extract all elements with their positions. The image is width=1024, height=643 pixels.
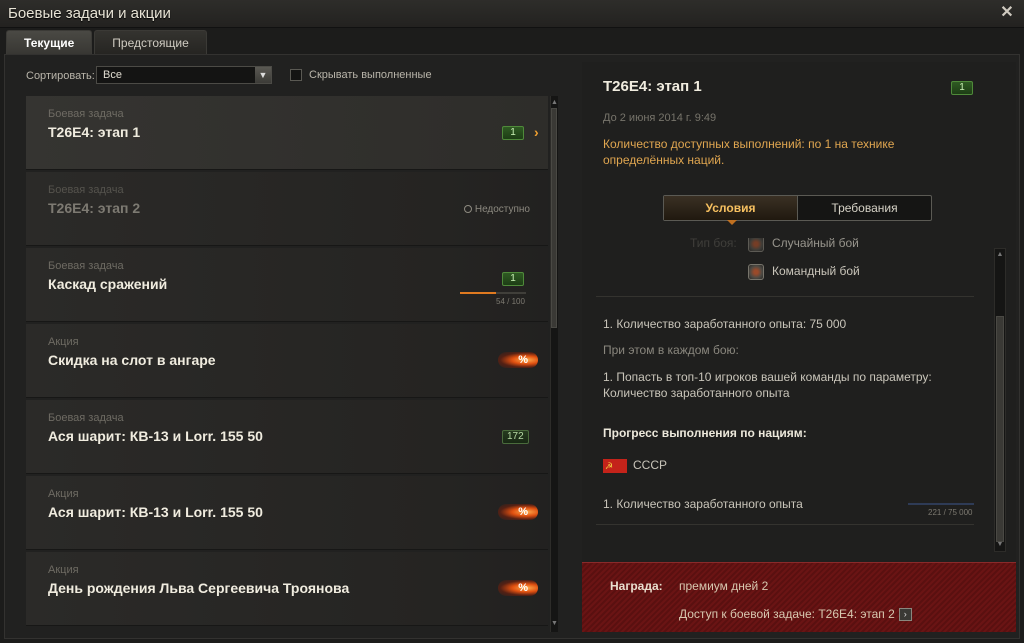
item-name: T26E4: этап 1 [48,124,141,140]
hide-completed-label[interactable]: Скрывать выполненные [309,69,432,81]
each-battle-label: При этом в каждом бою: [603,343,739,357]
battle-type-team-label: Командный бой [772,264,860,279]
tab-conditions[interactable]: Условия [664,196,798,220]
team-battle-icon [748,264,764,280]
nation-ussr: ☭ СССР [603,458,667,473]
ussr-flag-icon: ☭ [603,458,627,473]
scroll-down-icon[interactable]: ▼ [996,540,1004,550]
tab-upcoming[interactable]: Предстоящие [94,30,207,54]
item-type: Акция [48,336,79,348]
progress-bar-fill [460,292,496,294]
reward-value: премиум дней 2 [679,579,769,593]
detail-scrollbar-thumb[interactable] [996,316,1004,542]
detail-date: До 2 июня 2014 г. 9:49 [603,112,717,124]
list-item[interactable]: Акция Ася шарит: КВ-13 и Lorr. 155 50 % [26,476,548,550]
close-icon[interactable]: ✕ [998,4,1016,22]
progress-badge: 172 [502,430,529,444]
discount-icon: % [498,504,538,520]
tab-current[interactable]: Текущие [6,30,93,54]
battle-type-random: Случайный бой [748,238,859,252]
list-item[interactable]: Акция Скидка на слот в ангаре % [26,324,548,398]
reward-section: Награда: премиум дней 2 Доступ к боевой … [582,562,1016,632]
tab-requirements[interactable]: Требования [798,196,931,220]
battle-type-random-label: Случайный бой [772,238,859,251]
item-type: Боевая задача [48,412,124,424]
list-item[interactable]: Боевая задача Ася шарит: КВ-13 и Lorr. 1… [26,400,548,474]
battle-type-team: Командный бой [748,264,860,280]
list-item[interactable]: Боевая задача T26E4: этап 2 Недоступно [26,172,548,246]
item-name: Ася шарит: КВ-13 и Lorr. 155 50 [48,428,263,444]
list-scrollbar-thumb[interactable] [551,108,557,328]
progress-bar [460,292,526,294]
item-type: Акция [48,564,79,576]
scroll-up-icon[interactable]: ▲ [551,98,558,108]
active-tab-pointer [727,220,737,225]
item-type: Боевая задача [48,260,124,272]
progress-badge: 1 [502,272,524,286]
nation-progress-text: 221 / 75 000 [928,508,973,517]
item-name: Скидка на слот в ангаре [48,352,216,368]
item-type: Акция [48,488,79,500]
progress-badge: 1 [502,126,524,140]
nation-progress-title: Прогресс выполнения по нациям: [603,426,807,440]
tab-bar: Текущие Предстоящие [6,30,207,54]
mission-detail-panel: T26E4: этап 1 1 До 2 июня 2014 г. 9:49 К… [582,62,1016,632]
window-title: Боевые задачи и акции [8,5,171,22]
nation-progress-bar [908,503,974,505]
title-bar: Боевые задачи и акции ✕ [0,0,1024,28]
item-name: Ася шарит: КВ-13 и Lorr. 155 50 [48,504,263,520]
lock-icon [463,205,472,214]
chevron-right-icon: › [534,124,539,140]
discount-icon: % [498,580,538,596]
divider [596,524,974,525]
progress-text: 54 / 100 [496,297,525,306]
conditions-content: Тип боя: Случайный бой Командный бой 1. … [582,238,986,558]
sort-dropdown-value: Все [103,69,122,81]
condition-total-exp: 1. Количество заработанного опыта: 75 00… [603,317,847,331]
reward-access-text: Доступ к боевой задаче: T26E4: этап 2 [679,607,895,621]
unavailable-status: Недоступно [463,204,530,215]
item-name: Каскад сражений [48,276,168,292]
list-item[interactable]: Боевая задача Каскад сражений 1 54 / 100 [26,248,548,322]
item-name: T26E4: этап 2 [48,200,141,216]
detail-subtabs: Условия Требования [663,195,932,221]
divider [596,296,974,297]
nation-name: СССР [633,458,668,472]
scroll-down-icon[interactable]: ▼ [551,619,558,629]
item-type: Боевая задача [48,108,124,120]
condition-top10: 1. Попасть в топ-10 игроков вашей команд… [603,370,932,400]
discount-icon: % [498,352,538,368]
conditions-area: Тип боя: Случайный бой Командный бой 1. … [582,238,1016,558]
reward-access: Доступ к боевой задаче: T26E4: этап 2 › [679,607,912,622]
detail-title: T26E4: этап 1 [603,78,702,95]
list-item[interactable]: Акция День рождения Льва Сергеевича Троя… [26,552,548,626]
missions-list: Боевая задача T26E4: этап 1 1 › Боевая з… [26,96,548,632]
missions-window: Боевые задачи и акции ✕ Текущие Предстоя… [0,0,1024,643]
random-battle-icon [748,238,764,252]
hide-completed-checkbox[interactable] [290,69,302,81]
detail-badge: 1 [951,81,973,95]
chevron-down-icon[interactable]: ▼ [255,67,271,83]
list-item[interactable]: Боевая задача T26E4: этап 1 1 › [26,96,548,170]
sort-label: Сортировать: [26,70,95,82]
reward-label: Награда: [610,579,663,593]
sort-dropdown[interactable]: Все ▼ [96,66,272,84]
detail-description: Количество доступных выполнений: по 1 на… [603,137,895,167]
scroll-up-icon[interactable]: ▲ [996,250,1004,260]
arrow-right-icon[interactable]: › [898,608,912,622]
item-type: Боевая задача [48,184,124,196]
item-name: День рождения Льва Сергеевича Троянова [48,580,350,596]
unavailable-label: Недоступно [474,204,530,215]
missions-list-panel: Сортировать: Все ▼ Скрывать выполненные … [22,62,570,632]
battle-type-label: Тип боя: [690,238,737,250]
